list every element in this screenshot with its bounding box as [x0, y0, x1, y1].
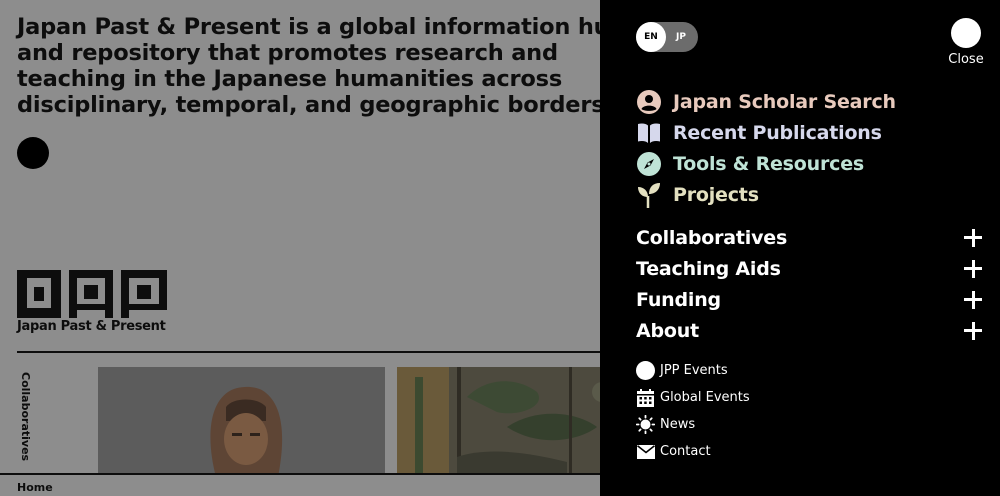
nav-label[interactable]: About: [636, 320, 699, 342]
circle-icon: [636, 361, 655, 380]
nav-teaching-aids[interactable]: Teaching Aids: [636, 253, 982, 284]
primary-nav: Japan Scholar Search Recent Publications…: [636, 86, 896, 210]
plus-icon[interactable]: [964, 321, 982, 340]
nav-tools-resources[interactable]: Tools & Resources: [636, 148, 896, 179]
close-button[interactable]: Close: [948, 18, 984, 67]
nav-label[interactable]: Funding: [636, 289, 721, 311]
nav-label[interactable]: Teaching Aids: [636, 258, 781, 280]
logo-caption: Japan Past & Present: [17, 319, 166, 334]
footer-home-link[interactable]: Home: [17, 481, 53, 494]
nav-label[interactable]: Japan Scholar Search: [673, 91, 896, 113]
tertiary-nav: JPP Events Global Events News Contact: [636, 357, 750, 465]
jpp-logo[interactable]: [17, 270, 167, 318]
plus-icon[interactable]: [964, 259, 982, 278]
compass-icon: [636, 151, 661, 176]
nav-jpp-events[interactable]: JPP Events: [636, 357, 750, 384]
nav-label[interactable]: JPP Events: [660, 363, 728, 378]
close-label[interactable]: Close: [948, 52, 984, 67]
book-icon: [636, 120, 661, 145]
nav-contact[interactable]: Contact: [636, 438, 750, 465]
overlay-menu: EN JP Close Japan Scholar Search Recent …: [600, 0, 1000, 496]
calendar-icon: [636, 388, 655, 407]
person-icon: [636, 89, 661, 114]
collaborative-card-image[interactable]: [98, 367, 385, 477]
nav-funding[interactable]: Funding: [636, 284, 982, 315]
nav-label[interactable]: Collaboratives: [636, 227, 787, 249]
section-divider: [17, 351, 637, 353]
nav-label[interactable]: Projects: [673, 184, 759, 206]
close-icon[interactable]: [951, 18, 981, 48]
nav-label[interactable]: Contact: [660, 444, 711, 459]
plus-icon[interactable]: [964, 228, 982, 247]
nav-japan-scholar-search[interactable]: Japan Scholar Search: [636, 86, 896, 117]
language-en[interactable]: EN: [636, 22, 666, 52]
nav-global-events[interactable]: Global Events: [636, 384, 750, 411]
nav-label[interactable]: News: [660, 417, 695, 432]
plus-icon[interactable]: [964, 290, 982, 309]
language-toggle[interactable]: EN JP: [636, 22, 698, 52]
nav-news[interactable]: News: [636, 411, 750, 438]
nav-projects[interactable]: Projects: [636, 179, 896, 210]
envelope-icon: [636, 442, 655, 461]
nav-recent-publications[interactable]: Recent Publications: [636, 117, 896, 148]
nav-label[interactable]: Tools & Resources: [673, 153, 864, 175]
section-label: Collaboratives: [19, 372, 32, 462]
sprout-icon: [636, 182, 661, 208]
sun-icon: [636, 415, 655, 434]
hero-dot-button[interactable]: [17, 137, 49, 169]
nav-label[interactable]: Recent Publications: [673, 122, 882, 144]
nav-collaboratives[interactable]: Collaboratives: [636, 222, 982, 253]
nav-about[interactable]: About: [636, 315, 982, 346]
secondary-nav: Collaboratives Teaching Aids Funding Abo…: [636, 222, 982, 346]
language-jp[interactable]: JP: [666, 22, 696, 52]
hero-headline: Japan Past & Present is a global informa…: [17, 14, 626, 118]
nav-label[interactable]: Global Events: [660, 390, 750, 405]
